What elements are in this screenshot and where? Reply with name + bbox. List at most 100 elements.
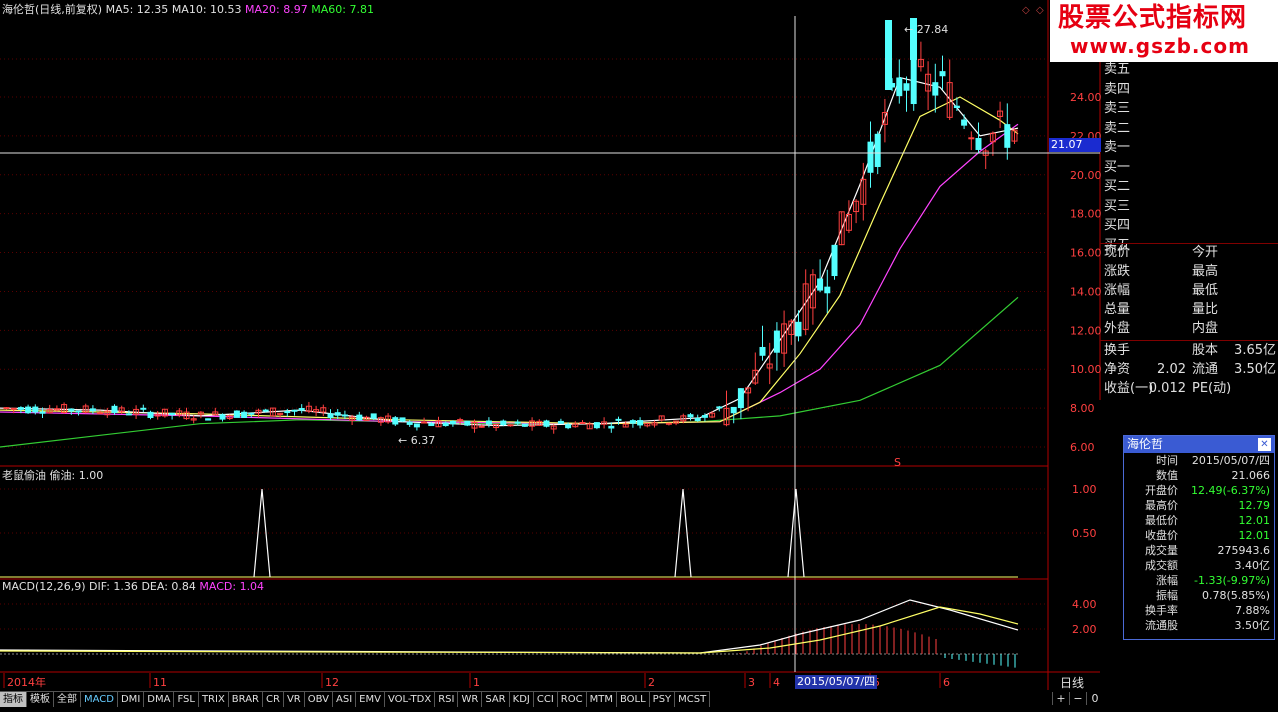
candle-body (637, 420, 644, 426)
candle-body (975, 137, 982, 150)
tab-boll[interactable]: BOLL (616, 691, 650, 707)
x-axis-label: 11 (153, 676, 167, 689)
tab-vol-tdx[interactable]: VOL-TDX (384, 691, 436, 707)
tab-trix[interactable]: TRIX (198, 691, 229, 707)
zoom-reset-button[interactable]: 0 (1086, 692, 1103, 705)
tab-macd[interactable]: MACD (81, 691, 118, 707)
price-axis-label: 24.00 (1070, 91, 1102, 104)
candle-body (169, 412, 176, 416)
popup-row: 最低价 12.01 (1124, 513, 1274, 528)
candle-body (874, 133, 881, 168)
candle-body (111, 405, 118, 413)
candle-body (514, 421, 521, 424)
period-label: (日线,前复权) (35, 3, 103, 16)
candle-body (687, 414, 694, 418)
zoom-out-button[interactable]: − (1069, 692, 1086, 705)
price-axis-label: 12.00 (1070, 324, 1102, 337)
price-axis-label: 10.00 (1070, 363, 1102, 376)
chart-canvas[interactable]: 24.0022.0020.0018.0016.0014.0012.0010.00… (0, 0, 1278, 712)
candle-body (341, 414, 348, 417)
quote-label: 内盘 (1192, 321, 1219, 336)
tab-dmi[interactable]: DMI (117, 691, 145, 707)
tab-cr[interactable]: CR (263, 691, 284, 707)
x-axis-label: 12 (325, 676, 339, 689)
tab-roc[interactable]: ROC (557, 691, 587, 707)
candle-body (262, 409, 269, 412)
tab-sar[interactable]: SAR (482, 691, 510, 707)
tab-emv[interactable]: EMV (356, 691, 385, 707)
candle-body (1004, 124, 1011, 148)
popup-row-value: 275943.6 (1217, 544, 1271, 557)
period-button[interactable]: 日线 (1060, 674, 1084, 691)
candle-body (428, 423, 435, 427)
popup-row-value: 2015/05/07/四 (1191, 454, 1270, 467)
orderbook-sell-row: 卖二 (1104, 120, 1131, 136)
orderbook-sell-row: 卖三 (1104, 101, 1131, 116)
candle-body (716, 406, 723, 409)
candle-body (68, 408, 75, 412)
popup-row-value: 21.066 (1231, 469, 1271, 482)
orderbook-buy-row: 买四 (1104, 218, 1131, 233)
price-axis-label: 18.00 (1070, 208, 1102, 221)
candle-body (608, 425, 615, 429)
tab-asi[interactable]: ASI (333, 691, 357, 707)
data-window-popup[interactable]: 海伦哲 ✕ 时间 2015/05/07/四 数值 21.066 开盘价 12.49(-6.… (1123, 435, 1275, 640)
candle-body (795, 321, 802, 337)
candle-body (521, 423, 528, 427)
popup-row-label: 最高价 (1145, 499, 1178, 512)
candle-body (327, 413, 334, 418)
popup-row-label: 成交额 (1145, 559, 1178, 572)
tab-模板[interactable]: 模板 (27, 691, 54, 707)
tab-wr[interactable]: WR (458, 691, 483, 707)
tab-全部[interactable]: 全部 (54, 691, 81, 707)
sell-marker: S (894, 456, 901, 469)
main-chart-title: 海伦哲(日线,前复权) MA5: 12.35 MA10: 10.53 MA20:… (2, 3, 374, 17)
candle-body (125, 413, 132, 416)
macd-dif-line (0, 599, 1019, 654)
popup-row: 数值 21.066 (1124, 468, 1274, 483)
tab-mtm[interactable]: MTM (586, 691, 617, 707)
candle-body (939, 71, 946, 77)
tab-fsl[interactable]: FSL (174, 691, 199, 707)
site-logo: 股票公式指标网 www.gszb.com (1050, 0, 1278, 62)
candle-body (233, 410, 240, 418)
candle-body (968, 137, 975, 140)
popup-row: 收盘价 12.01 (1124, 528, 1274, 543)
tab-dma[interactable]: DMA (144, 691, 175, 707)
candle-body (507, 424, 514, 427)
price-axis-label: 14.00 (1070, 285, 1102, 298)
tab-obv[interactable]: OBV (304, 691, 333, 707)
macd-dea-line (0, 606, 1019, 654)
orderbook-sell-row: 卖四 (1104, 81, 1131, 97)
tab-psy[interactable]: PSY (649, 691, 676, 707)
quote-extra-label: 换手 (1104, 343, 1131, 358)
candle-body (284, 411, 291, 414)
quote-extra-value: 3.50亿 (1234, 362, 1276, 377)
macd-value: MACD: 1.04 (199, 580, 265, 593)
tab-rsi[interactable]: RSI (435, 691, 459, 707)
candle-body (500, 420, 507, 426)
tab-指标[interactable]: 指标 (0, 691, 27, 707)
candle-body (885, 20, 892, 90)
candle-body (89, 408, 96, 412)
tab-mcst[interactable]: MCST (675, 691, 711, 707)
candle-body (17, 407, 24, 410)
quote-label: 最高 (1192, 264, 1219, 279)
popup-header[interactable]: 海伦哲 ✕ (1124, 436, 1274, 453)
candle-body (478, 425, 485, 428)
tab-cci[interactable]: CCI (533, 691, 558, 707)
zoom-in-button[interactable]: + (1052, 692, 1069, 705)
indicator1-value: 偷油: 1.00 (49, 469, 104, 482)
candle-body (932, 82, 939, 96)
candle-body (449, 420, 456, 425)
candle-body (75, 410, 82, 413)
close-icon[interactable]: ✕ (1258, 438, 1271, 451)
quote-extra-label: 净资 (1104, 362, 1131, 377)
tab-brar[interactable]: BRAR (228, 691, 263, 707)
candle-body (457, 419, 464, 422)
tab-vr[interactable]: VR (283, 691, 305, 707)
nav-diamond-icon: ◇ (1022, 5, 1030, 16)
tab-kdj[interactable]: KDJ (509, 691, 534, 707)
ma10-label: MA10: 10.53 (171, 3, 242, 16)
popup-row: 涨幅 -1.33(-9.97%) (1124, 573, 1274, 588)
